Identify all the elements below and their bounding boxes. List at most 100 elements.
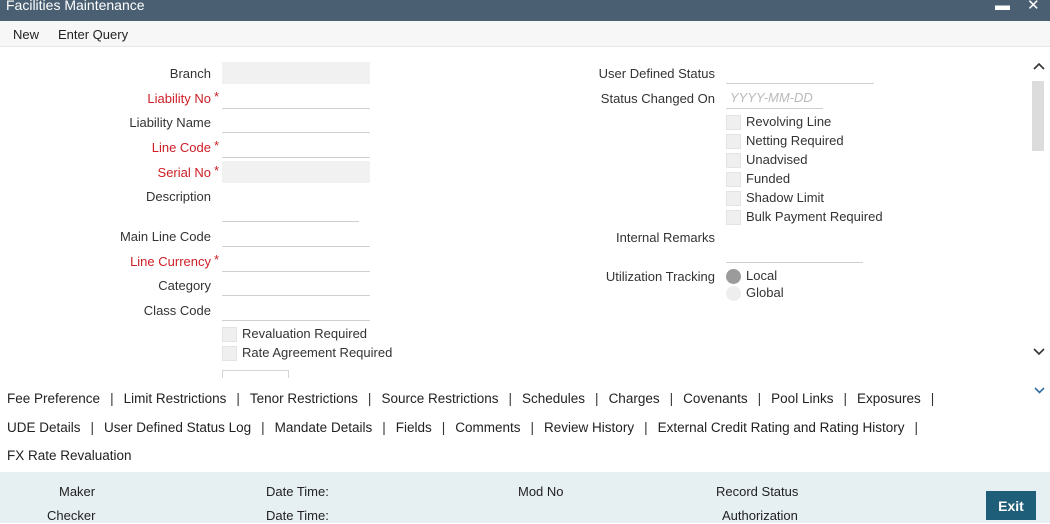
tab-separator: | (843, 391, 847, 406)
description-label: Description (145, 189, 211, 204)
internal-remarks-label: Internal Remarks (616, 230, 715, 245)
tab-separator: | (669, 391, 674, 406)
local-radio[interactable] (726, 269, 741, 284)
tab-mandate-details[interactable]: Mandate Details (275, 420, 373, 435)
branch-label: Branch (169, 66, 211, 81)
liability-name-label: Liability Name (129, 115, 211, 130)
tab-review-history[interactable]: Review History (544, 420, 634, 435)
tab-separator: | (914, 420, 918, 435)
menu-new[interactable]: New (13, 27, 39, 42)
funded-label: Funded (746, 171, 791, 186)
tab-separator: | (530, 420, 535, 435)
tab-row-3: FX Rate Revaluation (7, 448, 132, 463)
chevron-down-icon[interactable] (1033, 347, 1045, 359)
menu-enter-query[interactable]: Enter Query (58, 27, 128, 42)
class-code-field[interactable] (222, 299, 370, 321)
main-form: Branch Liability No * Liability Name Lin… (0, 48, 1030, 378)
tab-pool-links[interactable]: Pool Links (771, 391, 833, 406)
unadvised-checkbox[interactable] (726, 153, 741, 168)
rate-agreement-required-label: Rate Agreement Required (242, 345, 393, 360)
revolving-line-label: Revolving Line (746, 114, 832, 129)
global-radio[interactable] (726, 286, 741, 301)
tab-separator: | (595, 391, 599, 406)
required-marker: * (214, 138, 220, 153)
required-marker: * (214, 252, 220, 267)
tab-separator: | (110, 391, 114, 406)
maker-label: Maker (59, 484, 96, 499)
window-title: Facilities Maintenance (6, 0, 145, 13)
chevron-up-icon[interactable] (1033, 61, 1045, 73)
tab-fields[interactable]: Fields (396, 420, 432, 435)
menu-bar: New Enter Query (0, 21, 1050, 47)
revolving-line-checkbox[interactable] (726, 115, 741, 130)
user-defined-status-label: User Defined Status (598, 66, 715, 81)
unadvised-label: Unadvised (746, 152, 808, 167)
tab-separator: | (508, 391, 512, 406)
scrollbar-thumb[interactable] (1032, 81, 1044, 151)
bulk-payment-required-checkbox[interactable] (726, 210, 741, 225)
tab-fee-preference[interactable]: Fee Preference (7, 391, 100, 406)
line-code-field[interactable] (222, 136, 370, 158)
mod-no-label: Mod No (518, 484, 564, 499)
tab-fx-rate-revaluation[interactable]: FX Rate Revaluation (7, 448, 132, 463)
main-line-code-label: Main Line Code (119, 229, 211, 244)
main-line-code-field[interactable] (222, 225, 370, 247)
class-code-label: Class Code (143, 303, 211, 318)
tab-limit-restrictions[interactable]: Limit Restrictions (124, 391, 227, 406)
internal-remarks-field[interactable] (726, 241, 863, 263)
tab-covenants[interactable]: Covenants (683, 391, 748, 406)
tab-separator: | (930, 391, 935, 406)
bulk-payment-required-label: Bulk Payment Required (746, 209, 883, 224)
tab-charges[interactable]: Charges (609, 391, 660, 406)
audit-footer: Maker Checker Date Time: Date Time: Mod … (0, 472, 1050, 523)
liability-no-label: Liability No (147, 91, 211, 106)
global-label: Global (746, 285, 784, 300)
revaluation-required-label: Revaluation Required (242, 326, 368, 341)
authorization-label: Authorization (722, 508, 798, 523)
tab-exposures[interactable]: Exposures (857, 391, 921, 406)
tab-tenor-restrictions[interactable]: Tenor Restrictions (250, 391, 358, 406)
tab-separator: | (90, 420, 95, 435)
netting-required-label: Netting Required (746, 133, 844, 148)
maker-date-time-label: Date Time: (266, 484, 329, 499)
serial-no-field[interactable] (222, 161, 370, 183)
status-changed-on-label: Status Changed On (600, 91, 715, 106)
serial-no-label: Serial No (157, 165, 211, 180)
checker-date-time-label: Date Time: (266, 508, 329, 523)
tab-separator: | (441, 420, 446, 435)
minimize-button[interactable]: ▬ (995, 0, 1010, 15)
utilization-tracking-label: Utilization Tracking (605, 269, 715, 284)
vertical-scrollbar[interactable] (1030, 57, 1047, 365)
tab-separator: | (382, 420, 386, 435)
required-marker: * (214, 163, 220, 178)
local-label: Local (746, 268, 778, 283)
exit-button[interactable]: Exit (986, 491, 1036, 520)
tab-schedules[interactable]: Schedules (522, 391, 585, 406)
required-marker: * (214, 89, 220, 104)
tab-user-defined-status-log[interactable]: User Defined Status Log (104, 420, 251, 435)
revaluation-required-checkbox[interactable] (222, 327, 237, 342)
line-code-label: Line Code (151, 140, 211, 155)
shadow-limit-checkbox[interactable] (726, 191, 741, 206)
tab-comments[interactable]: Comments (455, 420, 520, 435)
tabs-expand-chevron-down-icon[interactable] (1034, 385, 1045, 397)
description-field[interactable] (222, 200, 359, 222)
rate-agreement-required-checkbox[interactable] (222, 346, 237, 361)
tab-ude-details[interactable]: UDE Details (7, 420, 81, 435)
tab-row-1: Fee Preference | Limit Restrictions | Tenor … (7, 391, 944, 406)
close-button[interactable]: ✕ (1027, 0, 1040, 15)
branch-field[interactable] (222, 62, 370, 84)
user-defined-status-field[interactable] (726, 62, 874, 84)
category-field[interactable] (222, 274, 370, 296)
status-changed-on-field[interactable] (726, 87, 823, 109)
liability-no-field[interactable] (222, 87, 370, 109)
sub-screen-links: Fee Preference | Limit Restrictions | Tenor … (0, 381, 1050, 472)
liability-name-field[interactable] (222, 111, 370, 133)
funded-checkbox[interactable] (726, 172, 741, 187)
line-currency-field[interactable] (222, 250, 370, 272)
netting-required-checkbox[interactable] (726, 134, 741, 149)
tab-external-credit-rating[interactable]: External Credit Rating and Rating Histor… (658, 420, 905, 435)
tab-source-restrictions[interactable]: Source Restrictions (381, 391, 498, 406)
shadow-limit-label: Shadow Limit (746, 190, 825, 205)
line-currency-label: Line Currency (130, 254, 211, 269)
